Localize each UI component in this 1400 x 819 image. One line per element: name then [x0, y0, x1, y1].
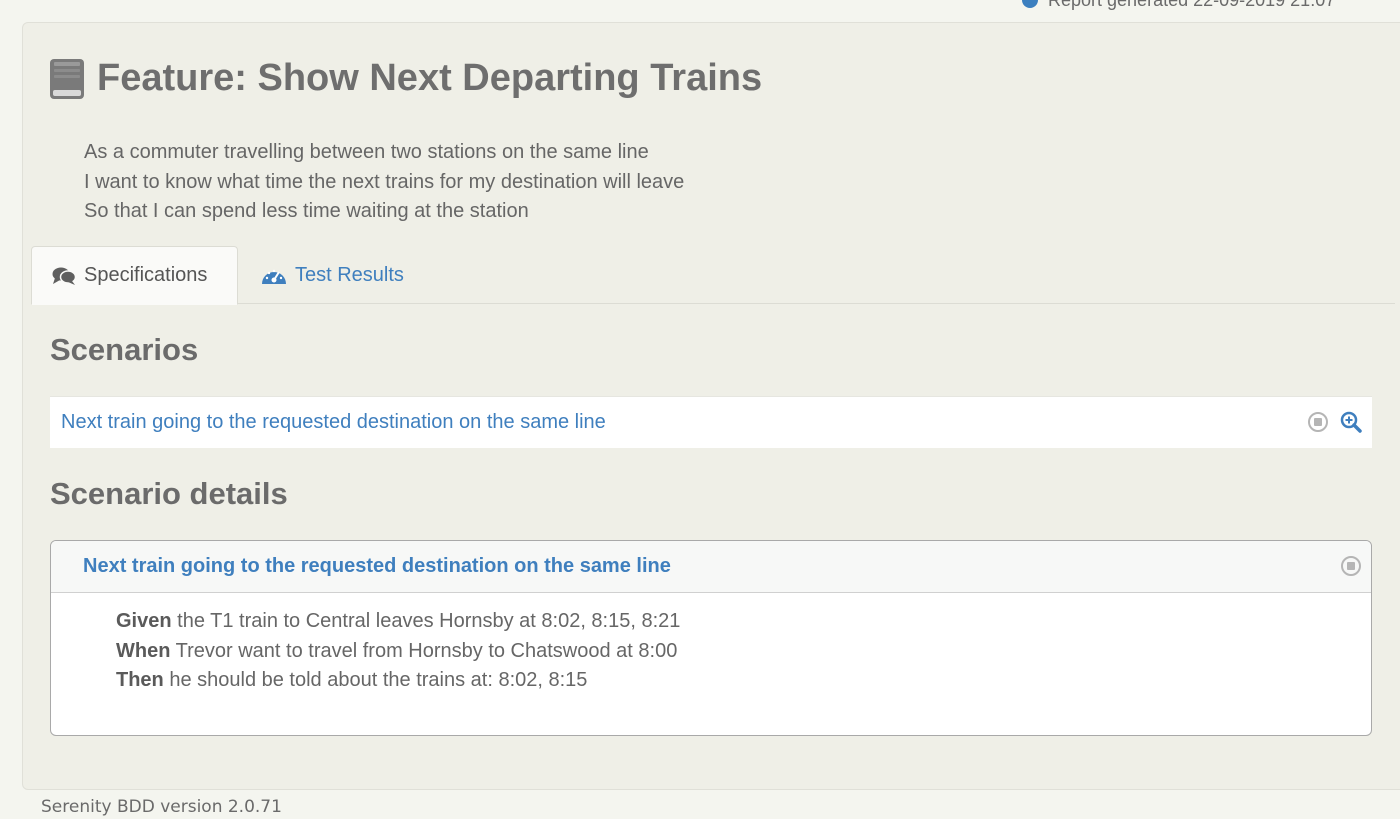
zoom-in-icon[interactable] — [1340, 411, 1362, 433]
scenario-row[interactable]: Next train going to the requested destin… — [50, 396, 1372, 448]
book-icon — [50, 58, 84, 99]
scenario-details-header: Next train going to the requested destin… — [51, 541, 1371, 593]
scenario-details-title[interactable]: Next train going to the requested destin… — [83, 555, 671, 578]
step-keyword: When — [116, 639, 171, 662]
step-then: Then he should be told about the trains … — [116, 666, 1371, 696]
scenario-steps: Given the T1 train to Central leaves Hor… — [51, 593, 1371, 696]
step-text: he should be told about the trains at: 8… — [163, 669, 588, 691]
tab-specifications[interactable]: Specifications — [31, 246, 238, 305]
tab-bar: Specifications Test Results — [31, 246, 1395, 305]
tab-test-results[interactable]: Test Results — [241, 246, 424, 305]
step-given: Given the T1 train to Central leaves Hor… — [116, 607, 1371, 637]
feature-panel: Feature: Show Next Departing Trains As a… — [22, 22, 1400, 790]
dashboard-icon — [262, 269, 286, 284]
narrative-line: As a commuter travelling between two sta… — [84, 141, 649, 163]
scenario-row-icons — [1308, 411, 1362, 433]
step-text: Trevor want to travel from Hornsby to Ch… — [170, 639, 678, 662]
scenarios-heading: Scenarios — [50, 332, 199, 367]
feature-heading: Feature: Show Next Departing Trains — [49, 57, 762, 100]
narrative-line: I want to know what time the next trains… — [84, 170, 685, 193]
feature-title: Feature: Show Next Departing Trains — [97, 57, 763, 99]
step-when: When Trevor want to travel from Hornsby … — [116, 637, 1371, 667]
step-text: the T1 train to Central leaves Hornsby a… — [171, 610, 681, 632]
tab-label: Specifications — [84, 264, 208, 286]
step-keyword: Given — [116, 610, 172, 632]
report-generated-text: Report generated 22-09-2019 21:07 — [1048, 0, 1335, 11]
step-keyword: Then — [116, 669, 164, 691]
info-icon — [1022, 0, 1038, 8]
tab-label: Test Results — [295, 264, 404, 286]
feature-narrative: As a commuter travelling between two sta… — [84, 138, 684, 227]
pending-icon — [1308, 412, 1328, 432]
pending-icon — [1341, 556, 1361, 576]
scenario-details-box: Next train going to the requested destin… — [50, 540, 1372, 736]
footer-version: Serenity BDD version 2.0.71 — [41, 797, 282, 817]
comments-icon — [52, 267, 76, 285]
report-generated-info: Report generated 22-09-2019 21:07 — [1022, 0, 1335, 10]
scenario-link[interactable]: Next train going to the requested destin… — [61, 411, 606, 434]
narrative-line: So that I can spend less time waiting at… — [84, 200, 529, 222]
scenario-details-heading: Scenario details — [50, 476, 288, 511]
